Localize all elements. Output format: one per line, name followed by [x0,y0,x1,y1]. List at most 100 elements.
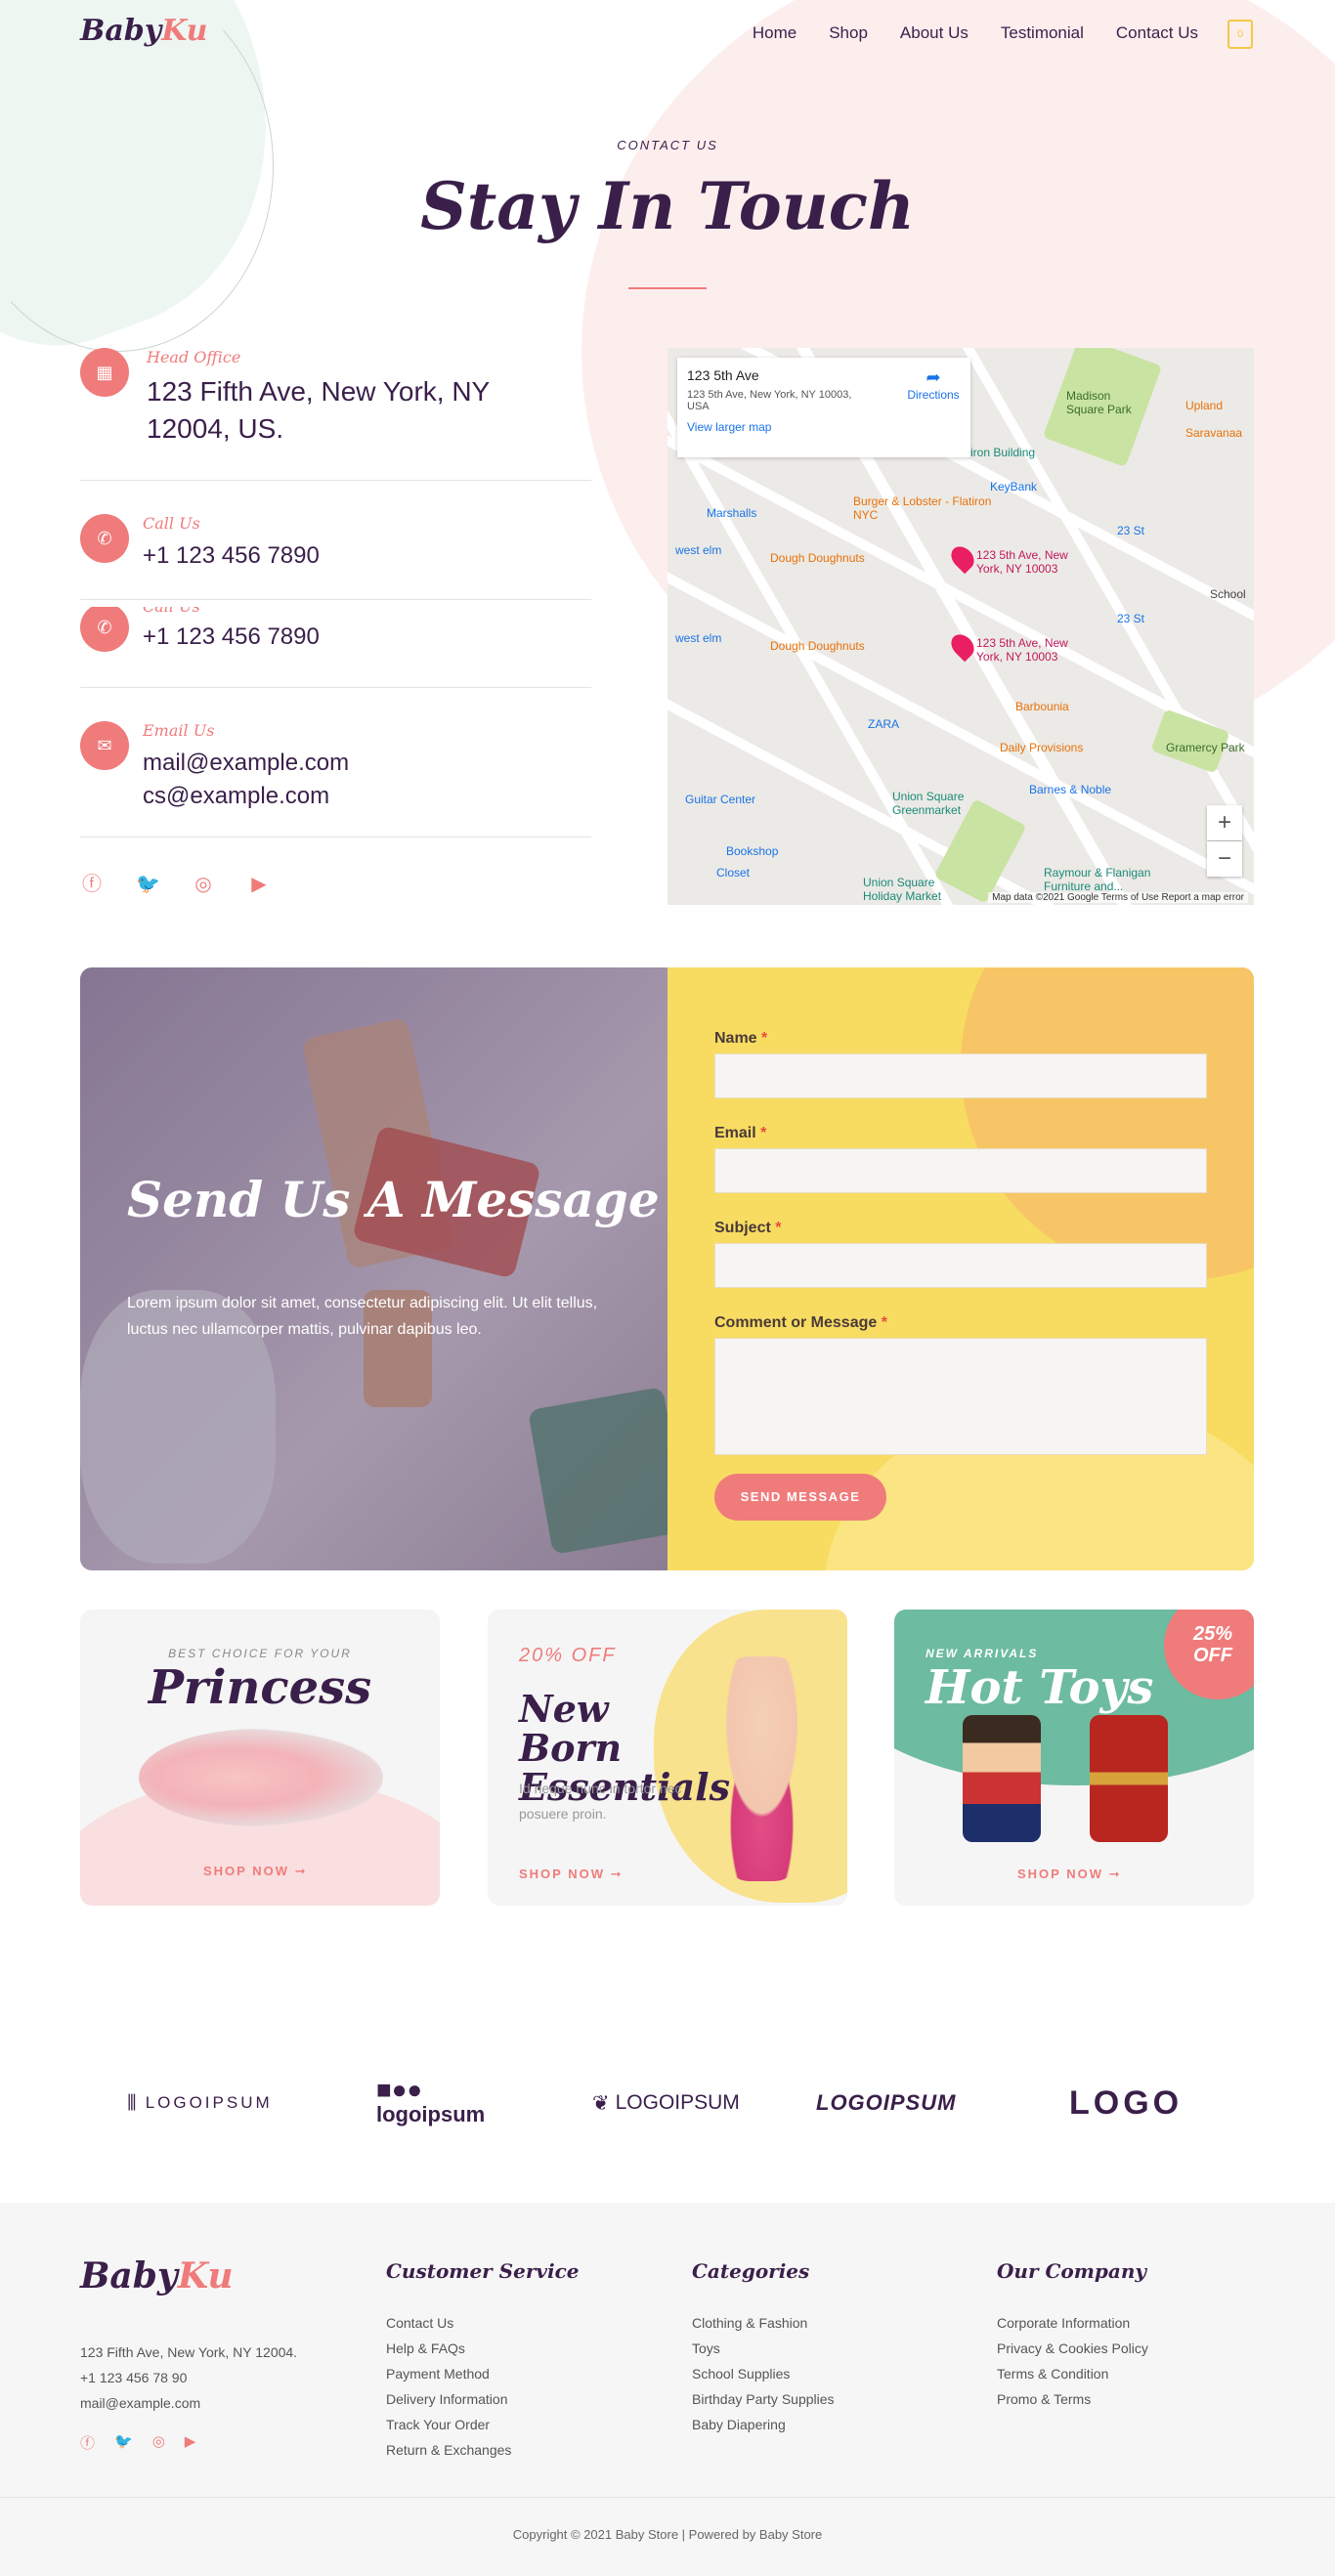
map-poi: Bookshop [726,844,779,858]
footer-col-our-company: Our Company Corporate Information Privac… [997,2259,1148,2412]
brand-logo-5: LOGO [1069,2077,1183,2129]
message-title: Send Us A Message [127,1171,660,1228]
footer-logo[interactable]: BabyKu [80,2255,234,2297]
footer-link[interactable]: Clothing & Fashion [692,2310,835,2336]
promo-eyebrow: NEW ARRIVALS [926,1647,1039,1660]
google-map[interactable]: Madison Square Park Flatiron Building Ke… [668,348,1254,905]
email-value-2[interactable]: cs@example.com [143,780,329,813]
brand-logo-text: LOGO [1069,2083,1184,2122]
footer-link[interactable]: Birthday Party Supplies [692,2386,835,2412]
footer-link[interactable]: Payment Method [386,2361,580,2386]
promo-card-princess[interactable]: BEST CHOICE FOR YOUR Princess SHOP NOW ➞ [80,1610,440,1906]
footer-link[interactable]: Privacy & Cookies Policy [997,2336,1148,2361]
site-logo[interactable]: BabyKu [80,14,207,48]
twitter-icon[interactable]: 🐦 [136,873,160,896]
nav-contact-us[interactable]: Contact Us [1116,23,1198,43]
brand-logo-2: ■●● logoipsum [376,2077,485,2129]
required-mark: * [881,1314,887,1331]
contact-row-phone-2: ✆ Call Us +1 123 456 7890 [80,607,591,665]
promo-discount: 20% OFF [519,1645,617,1666]
pin-label: 123 5th Ave, New York, NY 10003 [976,636,1068,664]
site-footer: BabyKu 123 Fifth Ave, New York, NY 12004… [0,2203,1335,2576]
contact-form: Name * Email * Subject * Comment or Mess… [668,967,1254,1570]
map-poi: Barnes & Noble [1029,783,1112,796]
view-larger-map-link[interactable]: View larger map [687,420,961,434]
footer-link[interactable]: Delivery Information [386,2386,580,2412]
footer-col-title: Customer Service [386,2259,580,2283]
zoom-out-button[interactable]: − [1207,841,1242,877]
footer-email: mail@example.com [80,2395,201,2411]
shop-now-link[interactable]: SHOP NOW ➞ [1017,1867,1122,1882]
footer-link[interactable]: Track Your Order [386,2412,580,2437]
comment-label-text: Comment or Message [714,1314,878,1331]
directions-button[interactable]: ➦ Directions [906,367,961,402]
footer-link[interactable]: Contact Us [386,2310,580,2336]
youtube-icon[interactable]: ▶ [185,2432,196,2453]
name-input[interactable] [714,1053,1207,1098]
map-poi: Dough Doughnuts [770,551,865,565]
email-value-1[interactable]: mail@example.com [143,747,349,780]
facebook-icon[interactable]: ⓕ [80,2432,95,2453]
footer-link[interactable]: Baby Diapering [692,2412,835,2437]
youtube-icon[interactable]: ▶ [247,873,271,896]
footer-contact: 123 Fifth Ave, New York, NY 12004. +1 12… [80,2340,297,2416]
logo-part-1: Baby [80,14,162,48]
office-address: 123 Fifth Ave, New York, NY 12004, US. [147,376,490,444]
facebook-icon[interactable]: ⓕ [80,873,104,896]
name-label-text: Name [714,1030,757,1047]
message-section: Send Us A Message Lorem ipsum dolor sit … [80,967,1254,1570]
email-input[interactable] [714,1148,1207,1193]
email-label-text: Email [714,1125,756,1141]
phone-label: Call Us [143,607,200,616]
phone-value[interactable]: +1 123 456 7890 [143,621,320,654]
footer-col-customer-service: Customer Service Contact Us Help & FAQs … [386,2259,580,2463]
brand-logo-text: LOGOIPSUM [615,2091,740,2114]
brand-logo-text: LOGOIPSUM [816,2090,957,2115]
map-poi: Saravanaa [1185,426,1243,440]
subject-label: Subject * [714,1220,781,1237]
footer-link[interactable]: Return & Exchanges [386,2437,580,2463]
shop-now-link[interactable]: SHOP NOW ➞ [203,1864,308,1879]
nav-about-us[interactable]: About Us [900,23,969,43]
nav-testimonial[interactable]: Testimonial [1001,23,1084,43]
main-nav: Home Shop About Us Testimonial Contact U… [753,23,1198,43]
page-title: Stay In Touch [420,168,915,244]
brand-logo-text: logoipsum [376,2102,486,2126]
instagram-icon[interactable]: ◎ [192,873,215,896]
name-label: Name * [714,1030,767,1048]
copyright-text: Copyright © 2021 Baby Store | Powered by… [512,2527,823,2542]
phone-value[interactable]: +1 123 456 7890 [143,539,320,573]
zoom-in-button[interactable]: + [1207,805,1242,840]
footer-link[interactable]: Help & FAQs [386,2336,580,2361]
nav-home[interactable]: Home [753,23,797,43]
map-poi: Gramercy Park [1166,741,1245,754]
map-poi: west elm [675,543,722,557]
logo-part-2: Ku [177,2255,234,2297]
map-poi: Guitar Center [685,793,756,806]
footer-link[interactable]: Toys [692,2336,835,2361]
site-header: BabyKu Home Shop About Us Testimonial Co… [0,0,1335,68]
footer-col-categories: Categories Clothing & Fashion Toys Schoo… [692,2259,835,2437]
promo-card-hot-toys[interactable]: 25% OFF NEW ARRIVALS Hot Toys SHOP NOW ➞ [894,1610,1254,1906]
discount-badge-text: 25% OFF [1192,1623,1233,1666]
instagram-icon[interactable]: ◎ [152,2432,165,2453]
comment-textarea[interactable] [714,1338,1207,1455]
nav-shop[interactable]: Shop [829,23,868,43]
footer-link[interactable]: School Supplies [692,2361,835,2386]
location-pin-icon[interactable] [946,541,979,575]
required-mark: * [761,1030,768,1047]
twitter-icon[interactable]: 🐦 [114,2432,133,2453]
send-message-button[interactable]: SEND MESSAGE [714,1474,886,1521]
cart-icon[interactable]: 0 [1227,20,1253,49]
promo-card-newborn[interactable]: 20% OFF New Born Essentials Id neque nun… [488,1610,847,1906]
footer-link[interactable]: Promo & Terms [997,2386,1148,2412]
footer-divider [0,2497,1335,2498]
footer-link[interactable]: Corporate Information [997,2310,1148,2336]
shop-now-link[interactable]: SHOP NOW ➞ [519,1867,624,1882]
map-poi: KeyBank [990,480,1038,494]
page: BabyKu Home Shop About Us Testimonial Co… [0,0,1335,2576]
footer-link[interactable]: Terms & Condition [997,2361,1148,2386]
subject-input[interactable] [714,1243,1207,1288]
required-mark: * [760,1125,767,1141]
toy-figure-image [1090,1715,1168,1842]
